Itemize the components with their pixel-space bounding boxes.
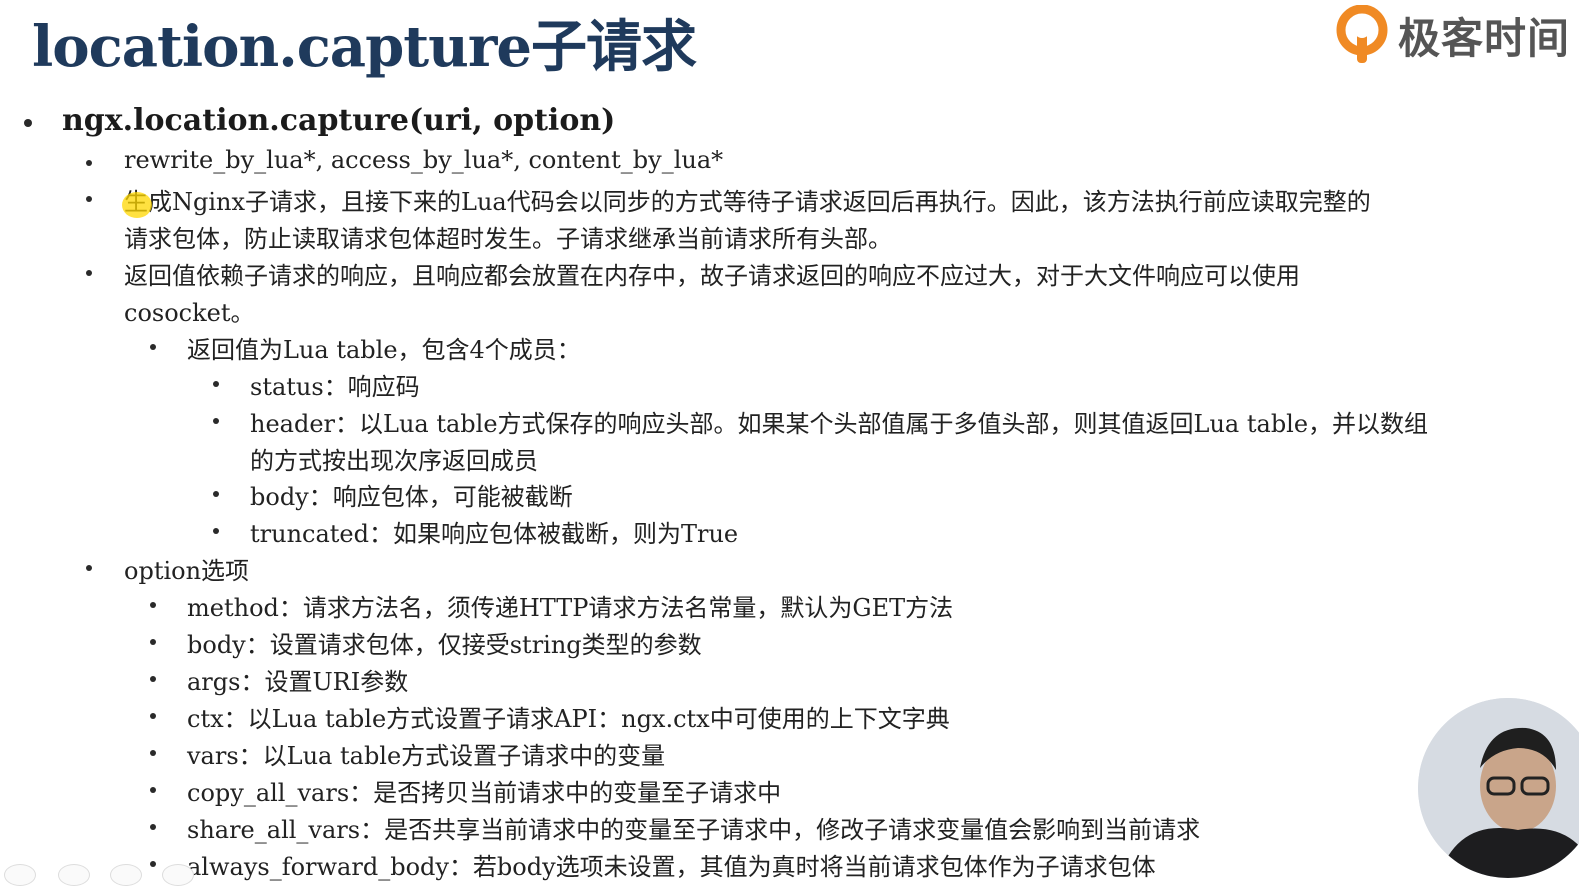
list-item-level-3: 返回值为Lua table，包含4个成员： — [187, 336, 581, 364]
list-item-level-3: method：请求方法名，须传递HTTP请求方法名常量，默认为GET方法 — [187, 594, 954, 622]
bullet-dot-icon — [150, 750, 156, 756]
list-item-level-3: copy_all_vars：是否拷贝当前请求中的变量至子请求中 — [187, 779, 782, 807]
list-item-level-2: rewrite_by_lua*, access_by_lua*, content… — [124, 146, 724, 174]
list-item-level-3: body：设置请求包体，仅接受string类型的参数 — [187, 631, 702, 659]
list-item-level-3: args：设置URI参数 — [187, 668, 409, 696]
bullet-dot-icon — [213, 418, 219, 424]
list-item-level-4: header：以Lua table方式保存的响应头部。如果某个头部值属于多值头部… — [250, 410, 1429, 438]
bullet-dot-icon — [86, 160, 92, 166]
bullet-dot-icon — [150, 713, 156, 719]
bullet-dot-icon — [150, 676, 156, 682]
bullet-dot-icon — [150, 602, 156, 608]
bullet-dot-icon — [86, 196, 92, 202]
bullet-dot-icon — [86, 270, 92, 276]
slide-toolbar[interactable] — [0, 862, 200, 886]
bullet-dot-icon — [86, 565, 92, 571]
list-item-level-2: 返回值依赖子请求的响应，且响应都会放置在内存中，故子请求返回的响应不应过大，对于… — [124, 262, 1300, 290]
list-item-continuation: 请求包体，防止读取请求包体超时发生。子请求继承当前请求所有头部。 — [124, 225, 892, 253]
bullet-dot-icon — [24, 119, 32, 127]
list-item-level-3: ctx：以Lua table方式设置子请求API：ngx.ctx中可使用的上下文… — [187, 705, 950, 733]
list-item-level-4: truncated：如果响应包体被截断，则为True — [250, 520, 739, 548]
list-item-continuation: 的方式按出现次序返回成员 — [250, 447, 538, 475]
bullet-dot-icon — [213, 528, 219, 534]
list-item-level-2: 生成Nginx子请求，且接下来的Lua代码会以同步的方式等待子请求返回后再执行。… — [124, 188, 1371, 216]
slide-body: ngx.location.capture(uri, option) rewrite… — [0, 0, 1579, 881]
list-item-level-1: ngx.location.capture(uri, option) — [62, 103, 616, 138]
bullet-dot-icon — [150, 344, 156, 350]
mouse-cursor-icon — [122, 192, 152, 218]
bullet-dot-icon — [150, 824, 156, 830]
list-item-continuation: cosocket。 — [124, 299, 255, 327]
list-item-level-4: body：响应包体，可能被截断 — [250, 483, 573, 511]
bullet-dot-icon — [150, 639, 156, 645]
list-item-level-3: always_forward_body：若body选项未设置，其值为真时将当前请… — [187, 853, 1156, 881]
list-item-level-3: share_all_vars：是否共享当前请求中的变量至子请求中，修改子请求变量… — [187, 816, 1201, 844]
bullet-dot-icon — [213, 381, 219, 387]
bullet-dot-icon — [150, 787, 156, 793]
list-item-level-2: option选项 — [124, 557, 250, 585]
list-item-level-3: vars：以Lua table方式设置子请求中的变量 — [187, 742, 666, 770]
bullet-dot-icon — [213, 491, 219, 497]
list-item-level-4: status：响应码 — [250, 373, 420, 401]
